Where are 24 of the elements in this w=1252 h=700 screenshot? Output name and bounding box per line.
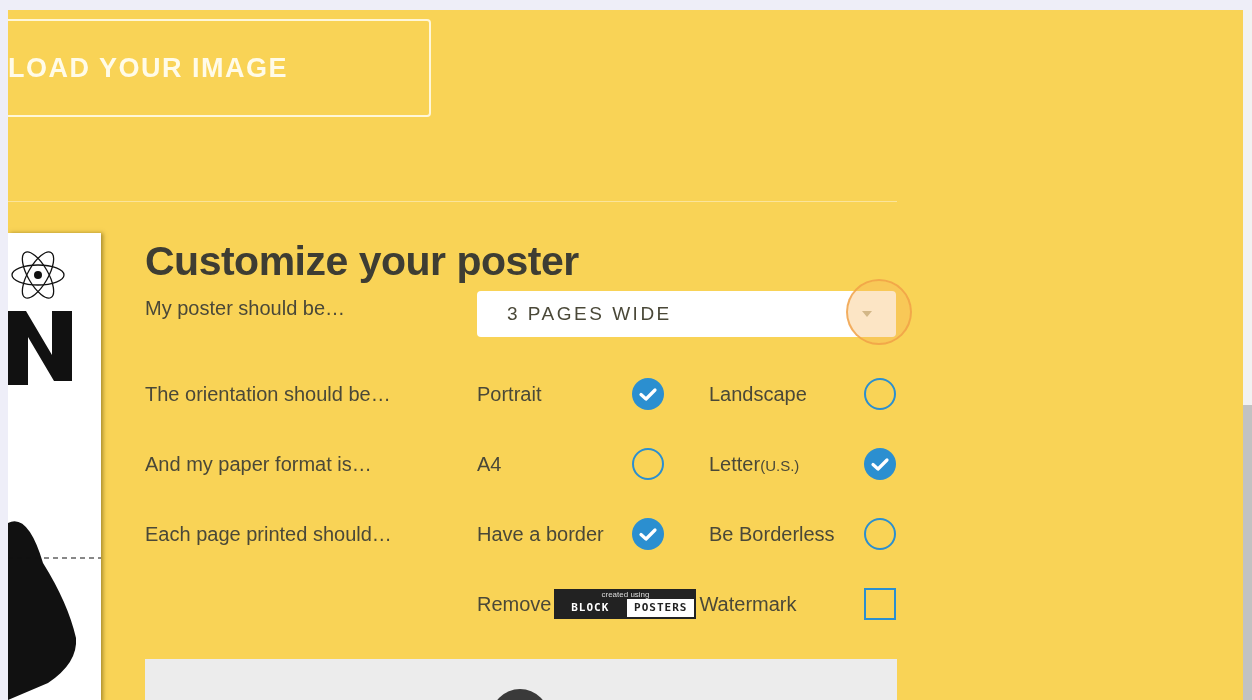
caret-icon [862, 311, 872, 317]
scrollbar-thumb[interactable] [1243, 405, 1252, 700]
option-label: The orientation should be… [145, 382, 392, 406]
watermark-checkbox[interactable] [864, 588, 896, 620]
choice-label: Remove [477, 592, 552, 616]
choice-label: Portrait [477, 382, 543, 406]
section-heading: Customize your poster [145, 237, 580, 285]
radio-button[interactable] [864, 448, 896, 480]
radio-button[interactable] [632, 518, 664, 550]
choice-label: Be Borderless [709, 522, 836, 546]
choice-label: Letter(U.S.) [709, 452, 801, 476]
block-posters-logo: created using BLOCK POSTERS [554, 589, 697, 619]
pages-wide-dropdown[interactable]: 3 PAGES WIDE [477, 291, 896, 337]
radio-button[interactable] [632, 378, 664, 410]
radio-button[interactable] [632, 448, 664, 480]
choice-label: Watermark [699, 592, 797, 616]
option-label: My poster should be… [145, 296, 347, 320]
choice-label: Landscape [709, 382, 808, 406]
choice-label: A4 [477, 452, 503, 476]
option-label: And my paper format is… [145, 452, 373, 476]
radio-button[interactable] [864, 378, 896, 410]
choice-label: Have a border [477, 522, 605, 546]
radio-button[interactable] [864, 518, 896, 550]
option-label: Each page printed should… [145, 522, 393, 546]
